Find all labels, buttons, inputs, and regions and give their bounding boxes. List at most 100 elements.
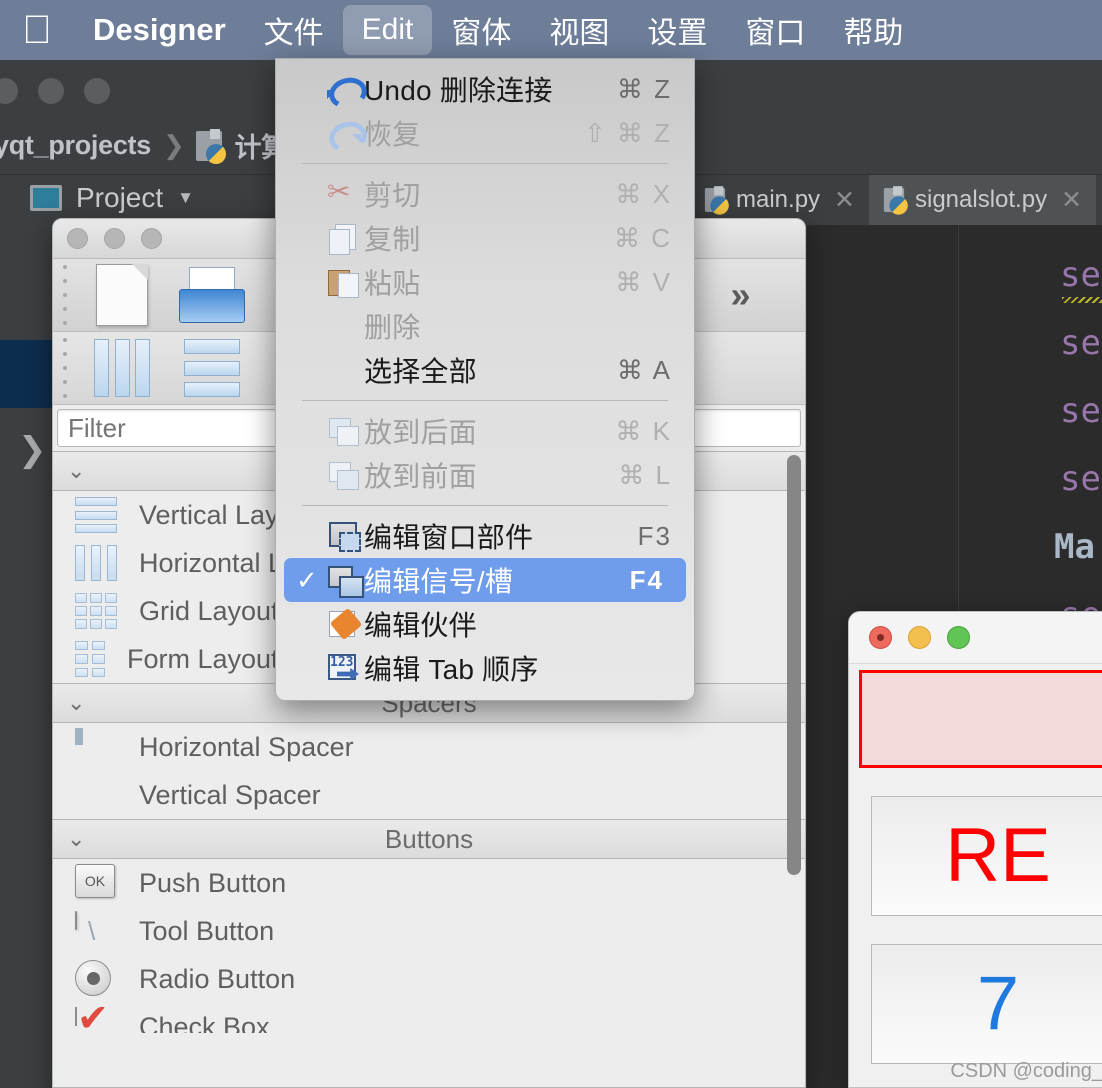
bring-to-front-icon	[324, 460, 364, 490]
project-panel-label: Project	[76, 182, 164, 213]
breadcrumb[interactable]: yqt_projects ❯ 计算器	[0, 126, 315, 165]
preview-titlebar[interactable]	[849, 612, 1102, 664]
print-button[interactable]	[167, 267, 257, 323]
menu-item-select-all[interactable]: 选择全部 ⌘ A	[276, 348, 694, 392]
edit-buddies-icon	[324, 609, 364, 639]
widget-item-check-box[interactable]: Check Box	[53, 1003, 805, 1033]
ide-close-dot[interactable]	[0, 78, 18, 104]
toolbar-drag-handle[interactable]	[53, 332, 77, 404]
menu-item-label: 选择全部	[364, 356, 477, 387]
menu-item-edit-tab-order[interactable]: 编辑 Tab 顺序	[276, 646, 694, 690]
preview-display-re-text: RE	[945, 813, 1051, 898]
menu-item-shortcut: F3	[637, 520, 672, 551]
menu-edit[interactable]: Edit	[342, 5, 433, 55]
designer-zoom-dot[interactable]	[141, 228, 162, 249]
menu-settings[interactable]: 设置	[628, 0, 726, 60]
widget-item-horizontal-spacer[interactable]: Horizontal Spacer	[53, 723, 805, 771]
apple-logo-icon[interactable]: 	[0, 10, 74, 50]
preview-display-number: 7	[871, 944, 1102, 1064]
close-icon[interactable]: ✕	[1061, 185, 1082, 215]
python-file-icon	[883, 186, 908, 215]
menu-window[interactable]: 窗口	[726, 0, 824, 60]
python-file-icon	[704, 186, 729, 215]
preview-minimize-button[interactable]	[908, 626, 931, 649]
menu-view[interactable]: 视图	[530, 0, 628, 60]
menu-item-label: 复制	[364, 224, 421, 255]
project-tool-window-header[interactable]: Project ▼	[30, 182, 194, 214]
chevron-down-icon[interactable]: ⌄	[67, 690, 85, 716]
menu-item-label: 粘贴	[364, 268, 421, 299]
widget-section-header-buttons[interactable]: ⌄ Buttons	[53, 819, 805, 859]
preview-zoom-button[interactable]	[947, 626, 970, 649]
calculator-preview-window[interactable]: RE 7 CSDN @coding_ksy	[848, 611, 1102, 1088]
copy-icon	[324, 223, 364, 255]
menu-item-edit-buddies[interactable]: 编辑伙伴	[276, 602, 694, 646]
menu-item-cut: 剪切 ⌘ X	[276, 172, 694, 216]
screen-root: yqt_projects ❯ 计算器 ❯ Project ▼ main.py ✕…	[0, 0, 1102, 1088]
menu-item-edit-signals-slots[interactable]: ✓ 编辑信号/槽 F4	[284, 558, 686, 602]
horizontal-layout-icon	[94, 339, 150, 397]
error-squiggle	[1062, 297, 1102, 303]
tab-extra[interactable]	[1096, 175, 1102, 225]
mac-menu-bar[interactable]:  Designer 文件 Edit 窗体 视图 设置 窗口 帮助	[0, 0, 1102, 60]
vertical-layout-icon	[75, 497, 117, 533]
chevron-down-icon[interactable]: ▼	[177, 188, 194, 208]
send-to-back-icon	[324, 416, 364, 446]
toolbar-overflow-button[interactable]: »	[692, 274, 782, 316]
menu-item-label: 恢复	[364, 119, 421, 150]
menu-designer[interactable]: Designer	[74, 4, 245, 56]
tab-label: main.py	[736, 186, 821, 213]
close-icon[interactable]: ✕	[834, 185, 855, 215]
vertical-spacer-icon	[75, 776, 117, 814]
menu-item-edit-widgets[interactable]: 编辑窗口部件 F3	[276, 514, 694, 558]
lay-out-vertically-button[interactable]	[167, 339, 257, 397]
form-layout-icon	[75, 641, 105, 677]
toolbar-drag-handle[interactable]	[53, 259, 77, 331]
horizontal-spacer-icon	[75, 728, 117, 766]
new-form-button[interactable]	[77, 264, 167, 326]
ide-window-controls[interactable]	[0, 78, 110, 104]
radio-button-icon	[75, 960, 117, 998]
preview-close-button[interactable]	[869, 626, 892, 649]
redo-icon	[324, 118, 364, 148]
horizontal-layout-icon	[75, 545, 117, 581]
chevron-down-icon[interactable]: ⌄	[67, 458, 85, 484]
cut-icon	[324, 175, 364, 209]
watermark: CSDN @coding_ksy	[950, 1060, 1102, 1082]
push-button-icon: OK	[75, 864, 117, 902]
paste-icon	[324, 267, 364, 298]
ide-left-tool-strip[interactable]	[0, 175, 56, 1088]
widget-item-push-button[interactable]: OK Push Button	[53, 859, 805, 907]
project-icon	[30, 185, 62, 211]
widget-item-radio-button[interactable]: Radio Button	[53, 955, 805, 1003]
ide-zoom-dot[interactable]	[84, 78, 110, 104]
menu-item-shortcut: F4	[629, 564, 664, 595]
code-line: Ma	[1054, 527, 1095, 567]
preview-input-field[interactable]	[859, 670, 1102, 768]
scrollbar-thumb[interactable]	[787, 455, 801, 875]
menu-item-label: 放到前面	[364, 461, 477, 492]
designer-close-dot[interactable]	[67, 228, 88, 249]
edit-dropdown-menu[interactable]: Undo 删除连接 ⌘ Z 恢复 ⇧ ⌘ Z 剪切 ⌘ X 复制 ⌘ C 粘贴	[275, 58, 695, 701]
ide-minimize-dot[interactable]	[38, 78, 64, 104]
breadcrumb-item-project[interactable]: yqt_projects	[0, 130, 151, 161]
code-line: se	[1060, 323, 1101, 363]
menu-file[interactable]: 文件	[245, 0, 343, 60]
expand-chevron-icon[interactable]: ❯	[18, 430, 47, 470]
tab-label: signalslot.py	[915, 186, 1048, 213]
widget-item-tool-button[interactable]: Tool Button	[53, 907, 805, 955]
lay-out-horizontally-button[interactable]	[77, 339, 167, 397]
designer-minimize-dot[interactable]	[104, 228, 125, 249]
widget-box-scrollbar[interactable]	[787, 451, 801, 1033]
menu-item-label: 编辑伙伴	[364, 610, 477, 641]
chevron-down-icon[interactable]: ⌄	[67, 826, 85, 852]
tab-signalslot-py[interactable]: signalslot.py ✕	[869, 175, 1097, 225]
menu-form[interactable]: 窗体	[432, 0, 530, 60]
menu-help[interactable]: 帮助	[824, 0, 922, 60]
new-document-icon	[96, 264, 148, 326]
checkmark-icon: ✓	[296, 564, 318, 595]
menu-item-undo[interactable]: Undo 删除连接 ⌘ Z	[276, 67, 694, 111]
menu-item-label: 放到后面	[364, 417, 477, 448]
widget-item-vertical-spacer[interactable]: Vertical Spacer	[53, 771, 805, 819]
menu-item-label: 编辑 Tab 顺序	[364, 654, 539, 685]
